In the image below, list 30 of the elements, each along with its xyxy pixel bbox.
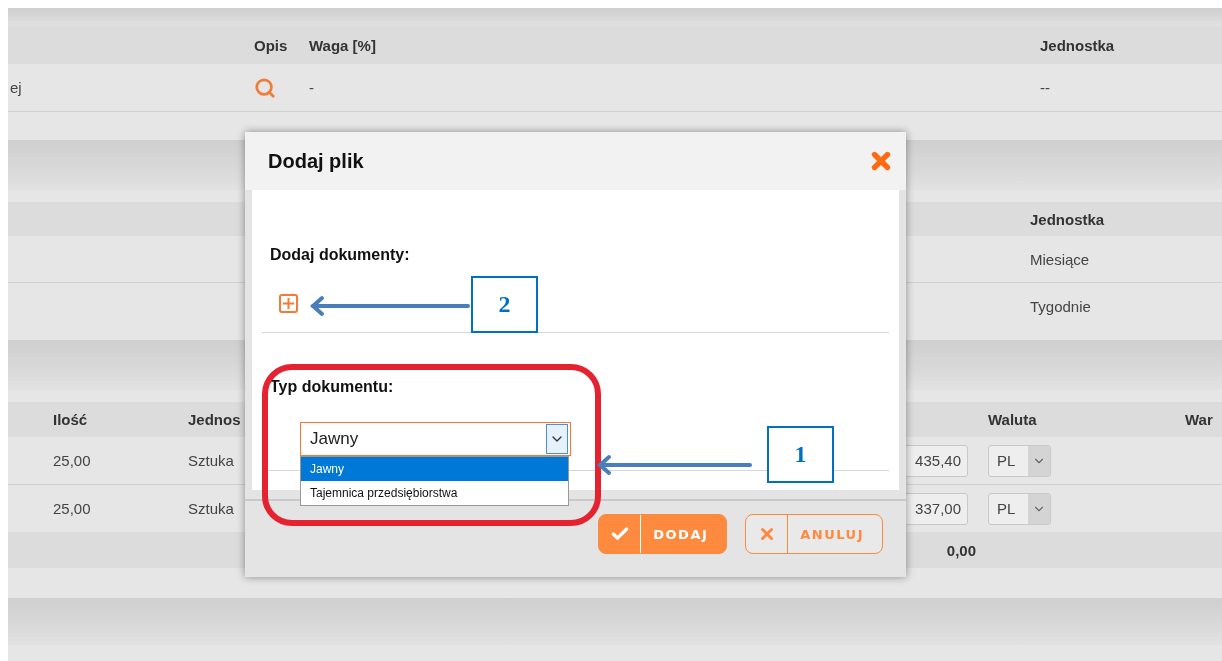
field-label: Dodaj dokumenty: — [270, 246, 411, 264]
field-label: Typ dokumentu: — [270, 378, 395, 396]
callout-number: 2 — [471, 276, 538, 333]
currency-select[interactable]: PL — [988, 492, 1051, 525]
currency-select[interactable]: PL — [988, 444, 1051, 477]
table-cell: Miesiące — [1030, 250, 1090, 268]
table-cell: 25,00 — [53, 452, 91, 469]
dropdown-option[interactable]: Jawny — [301, 457, 568, 481]
dialog-title: Dodaj plik — [268, 149, 364, 173]
table-cell: Sztuka — [188, 500, 234, 517]
add-file-button[interactable] — [279, 294, 298, 313]
search-icon[interactable] — [254, 76, 276, 99]
callout-number: 1 — [767, 426, 834, 483]
column-header: Jednos — [188, 411, 241, 428]
table-cell: Sztuka — [188, 452, 234, 469]
column-header: Jednostka — [1040, 36, 1115, 54]
table-cell: ej — [10, 79, 22, 96]
table-cell: - — [309, 79, 314, 96]
total-value: 0,00 — [946, 541, 977, 559]
column-header: Waga [%] — [309, 36, 376, 54]
plus-icon — [283, 298, 294, 309]
column-header: Waluta — [988, 411, 1037, 428]
table-cell: -- — [1040, 79, 1050, 96]
column-header: War — [1185, 411, 1213, 428]
column-header: Jednostka — [1030, 210, 1105, 228]
document-type-select[interactable]: Jawny — [300, 422, 571, 456]
table-cell: Tygodnie — [1030, 298, 1091, 315]
table-cell: 25,00 — [53, 500, 91, 517]
column-header: Opis — [254, 36, 288, 54]
column-header: Ilość — [53, 411, 88, 428]
